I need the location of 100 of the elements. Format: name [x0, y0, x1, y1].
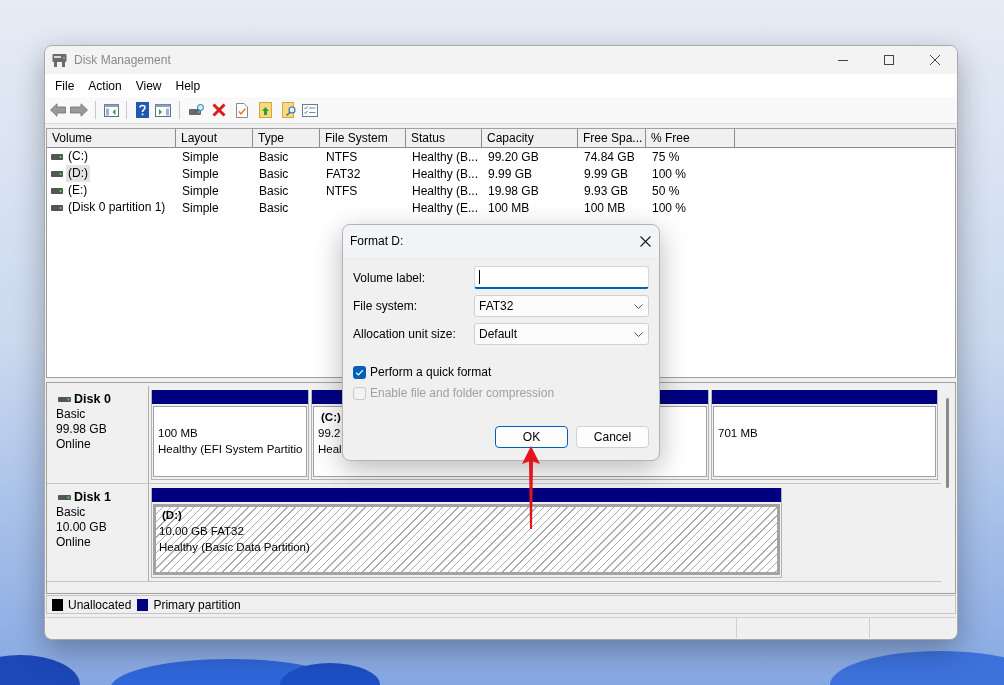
menu-item[interactable]: Help — [168, 76, 208, 95]
scrollbar-thumb[interactable] — [946, 398, 949, 488]
volume-label-input[interactable] — [474, 266, 649, 289]
partition-info: Healthy (EFI System Partitio — [158, 442, 303, 457]
column-header[interactable]: Capacity — [482, 129, 578, 148]
table-cell-text: Healthy (B... — [411, 148, 480, 166]
disk-size: 10.00 GB — [56, 520, 108, 535]
delete-icon[interactable] — [212, 103, 226, 117]
table-cell[interactable]: (C:) — [66, 148, 90, 165]
disk-status: Online — [56, 535, 92, 550]
folder-search-icon[interactable] — [282, 102, 296, 118]
window-title: Disk Management — [74, 52, 171, 69]
menu-item[interactable]: View — [128, 76, 169, 95]
table-cell-text: 100 % — [651, 199, 688, 217]
drive-icon — [58, 495, 71, 500]
disk-type: Basic — [56, 505, 87, 520]
text-cursor-icon — [479, 270, 480, 284]
partition-info: Healthy (Basic Data Partition) — [159, 540, 310, 555]
table-cell-text: Basic — [258, 182, 290, 200]
partition-label: (C:) — [320, 410, 341, 425]
help-icon[interactable] — [136, 102, 149, 118]
menu-item[interactable]: File — [48, 76, 82, 95]
table-cell-text: Healthy (B... — [411, 182, 480, 200]
close-icon[interactable] — [640, 235, 651, 247]
chevron-down-icon — [634, 331, 643, 337]
dropdown[interactable]: Default — [474, 323, 649, 345]
minimize-icon[interactable] — [838, 59, 848, 61]
table-cell-text: 9.99 GB — [583, 165, 630, 183]
dialog-title: Format D: — [350, 233, 404, 250]
disk-name: Disk 1 — [74, 490, 111, 505]
partition-info: Heal — [318, 442, 342, 457]
field-label: Volume label: — [353, 269, 427, 287]
table-cell-text: 100 % — [651, 165, 688, 183]
disk-type: Basic — [56, 407, 87, 422]
checkbox-label: Perform a quick format — [370, 364, 492, 381]
table-cell-text: NTFS — [325, 182, 359, 200]
column-header[interactable]: Status — [406, 129, 482, 148]
dropdown[interactable]: FAT32 — [474, 295, 649, 317]
table-cell-text: 9.93 GB — [583, 182, 630, 200]
maximize-icon[interactable] — [884, 55, 894, 65]
table-cell-text: Simple — [181, 182, 220, 200]
cancel-button[interactable]: Cancel — [576, 426, 649, 448]
checked-document-icon[interactable] — [236, 102, 248, 118]
drive-icon — [58, 397, 71, 402]
table-cell[interactable]: (D:) — [66, 165, 90, 182]
table-cell-text: 19.98 GB — [487, 182, 540, 200]
table-cell-text: Simple — [181, 199, 220, 217]
table-cell-text: Basic — [258, 165, 290, 183]
legend-label: Primary partition — [153, 596, 241, 614]
window-panel-icon[interactable] — [104, 103, 119, 117]
table-cell-text: 99.20 GB — [487, 148, 540, 166]
partition-label: (D:) — [161, 508, 182, 523]
drive-icon — [51, 204, 63, 211]
checkbox-label: Enable file and folder compression — [370, 385, 555, 402]
table-cell-text: 74.84 GB — [583, 148, 636, 166]
drive-search-icon[interactable] — [189, 104, 204, 116]
chevron-down-icon — [634, 303, 643, 309]
table-cell-text: Basic — [258, 199, 290, 217]
partition-info: 10.00 GB FAT32 — [159, 524, 244, 539]
table-cell[interactable]: (Disk 0 partition 1) — [66, 199, 168, 216]
disk-drive-icon — [52, 53, 67, 67]
table-cell-text: 9.99 GB — [487, 165, 534, 183]
disk-name: Disk 0 — [74, 392, 111, 407]
table-cell-text: 100 MB — [583, 199, 627, 217]
field-label: File system: — [353, 298, 418, 315]
column-header[interactable]: Type — [253, 129, 320, 148]
column-header[interactable]: Volume — [47, 129, 176, 148]
partition-area[interactable]: 100 MB Healthy (EFI System Partitio — [153, 406, 307, 477]
table-cell-text: Simple — [181, 148, 220, 166]
forward-arrow-icon[interactable] — [70, 103, 88, 117]
table-cell-text: 100 MB — [487, 199, 531, 217]
table-cell[interactable]: (E:) — [66, 182, 90, 199]
table-cell-text: Healthy (B... — [411, 165, 480, 183]
column-header[interactable]: Free Spa... — [578, 129, 646, 148]
ok-button[interactable]: OK — [495, 426, 568, 448]
legend-label: Unallocated — [68, 596, 132, 614]
column-header[interactable]: % Free — [646, 129, 735, 148]
table-cell-text: Basic — [258, 148, 290, 166]
menu-item[interactable]: Action — [81, 76, 129, 95]
partition-area[interactable]: (D:) 10.00 GB FAT32 Healthy (Basic Data Partition) — [153, 504, 780, 575]
table-cell-text: 50 % — [651, 182, 681, 200]
disk-status: Online — [56, 437, 92, 452]
drive-icon — [51, 170, 63, 177]
table-cell-text: 75 % — [651, 148, 681, 166]
window-panel-icon[interactable] — [155, 103, 171, 117]
drive-icon — [51, 153, 63, 160]
drive-icon — [51, 187, 63, 194]
disk-size: 99.98 GB — [56, 422, 108, 437]
partition-info: 100 MB — [158, 426, 198, 441]
table-cell-text: NTFS — [325, 148, 359, 166]
column-header[interactable]: Layout — [176, 129, 253, 148]
back-arrow-icon[interactable] — [50, 103, 66, 117]
close-icon[interactable] — [930, 55, 940, 65]
partition-area[interactable]: 701 MB — [713, 406, 936, 477]
partition-info: 701 MB — [718, 426, 758, 441]
column-header[interactable]: File System — [320, 129, 406, 148]
partition-info: 99.2 — [318, 426, 341, 441]
table-cell-text: Healthy (E... — [411, 199, 480, 217]
checkbox[interactable] — [353, 365, 366, 379]
checklist-icon[interactable] — [302, 103, 318, 117]
